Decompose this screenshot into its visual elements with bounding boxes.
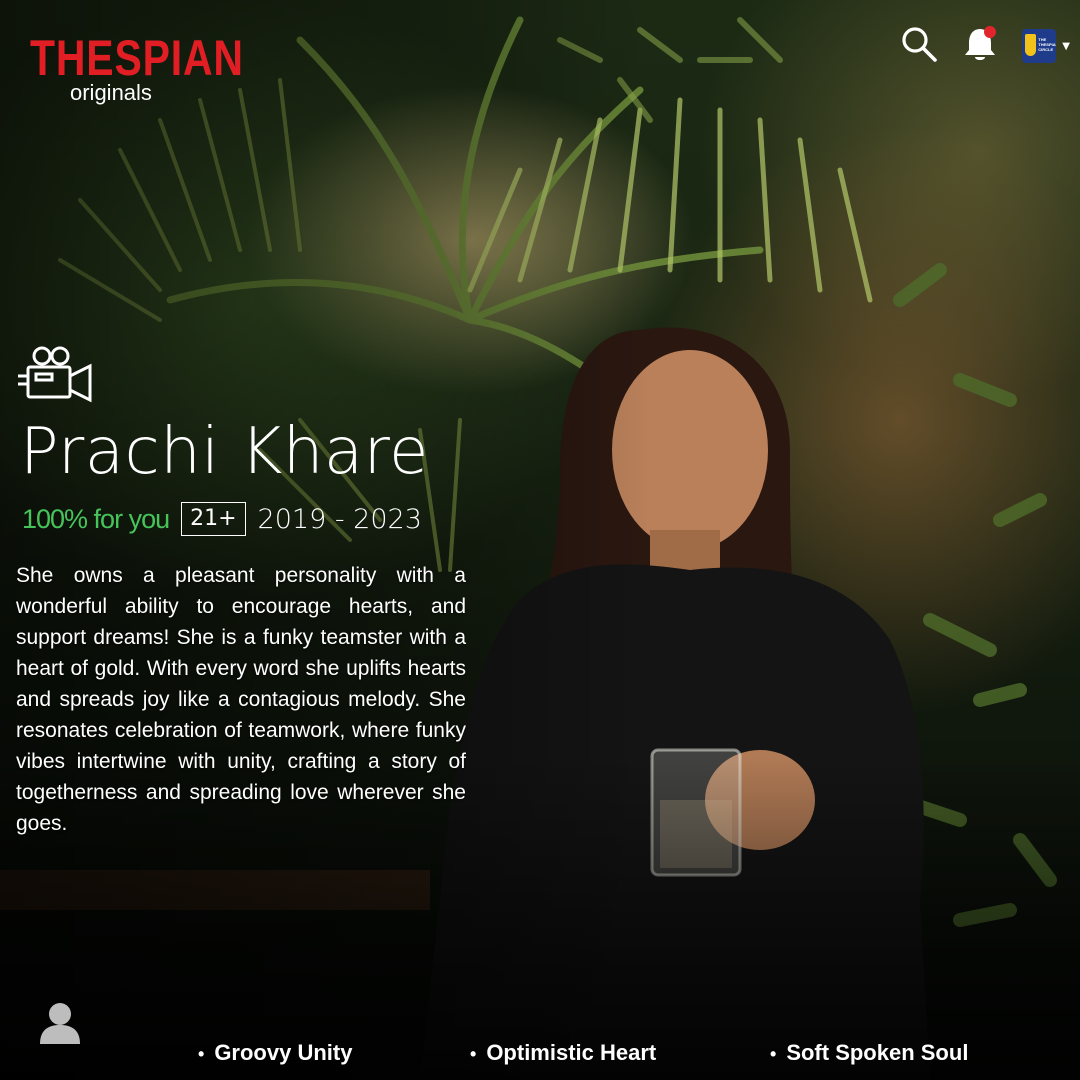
bullet-icon: • <box>198 1044 205 1064</box>
tag-label: Soft Spoken Soul <box>786 1040 969 1065</box>
header-actions: THE THESPIAN CIRCLE ▼ <box>900 24 1070 68</box>
brand-logo[interactable]: THESPIAN originals <box>30 30 245 106</box>
description: She owns a pleasant personality with a w… <box>16 564 466 835</box>
movie-camera-icon <box>16 346 94 412</box>
age-rating-badge: 21+ <box>181 502 246 536</box>
dark-gradient-overlay <box>0 0 1080 1080</box>
profile-menu[interactable]: THE THESPIAN CIRCLE ▼ <box>1022 29 1070 63</box>
brand-name: THESPIAN <box>30 30 244 86</box>
bell-icon[interactable] <box>960 24 1000 68</box>
search-icon[interactable] <box>900 25 938 67</box>
title-meta: 100% for you 21+ 2019 - 2023 <box>22 502 422 536</box>
bullet-icon: • <box>770 1044 777 1064</box>
genre-tags: • Groovy Unity • Optimistic Heart • Soft Sp… <box>0 1040 1080 1074</box>
profile-badge: THE THESPIAN CIRCLE <box>1022 29 1057 63</box>
profile-badge-text: THE THESPIAN CIRCLE <box>1038 37 1056 52</box>
tag-label: Optimistic Heart <box>486 1040 657 1065</box>
hero-banner: THESPIAN originals THE THESPIAN CIRCLE ▼ <box>0 0 1080 1080</box>
notification-dot <box>984 26 997 38</box>
chevron-down-icon: ▼ <box>1062 40 1070 52</box>
tag-label: Groovy Unity <box>214 1040 353 1065</box>
match-score: 100% for you <box>22 503 170 534</box>
tag-item: • Optimistic Heart <box>470 1040 656 1066</box>
tag-item: • Groovy Unity <box>198 1040 352 1066</box>
year-range: 2019 - 2023 <box>257 503 422 535</box>
hero-title: Prachi Khare <box>20 415 429 489</box>
bullet-icon: • <box>470 1044 477 1064</box>
tag-item: • Soft Spoken Soul <box>770 1040 968 1066</box>
shield-icon <box>1025 34 1037 56</box>
